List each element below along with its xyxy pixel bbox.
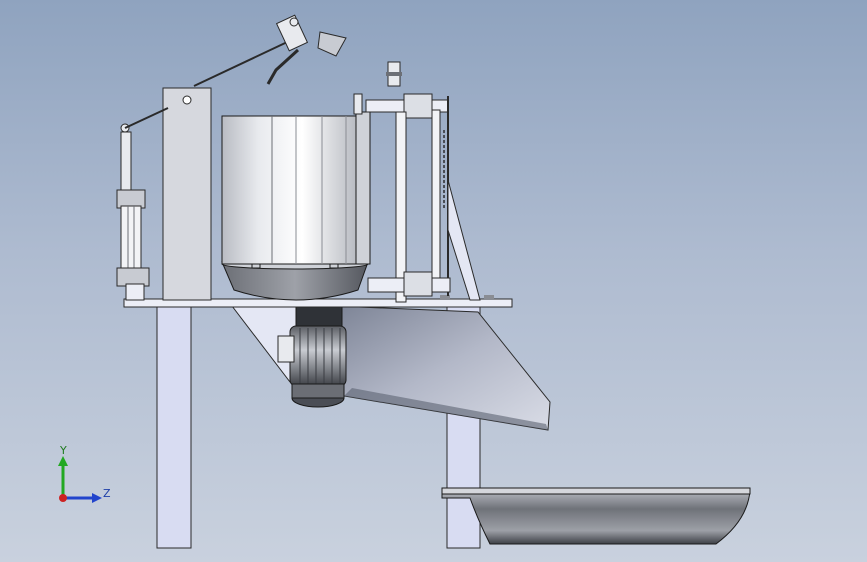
triad-z-label: Z [103,487,111,500]
cad-viewport[interactable]: Y Z [0,0,867,562]
y-axis-arrow-icon [58,456,68,466]
lever-linkage [124,14,347,129]
discharge-chute [335,305,551,431]
cad-model-view[interactable]: Y Z [0,0,867,562]
origin-dot-icon [59,494,67,502]
sieve-drive-assembly [353,61,481,303]
mounting-plate [162,87,212,301]
coordinate-triad: Y Z [58,444,111,503]
collection-tray [441,487,751,545]
z-axis-arrow-icon [92,493,102,503]
pneumatic-cylinder [116,123,150,301]
hopper-cylinder [221,111,371,265]
triad-y-label: Y [59,444,67,457]
